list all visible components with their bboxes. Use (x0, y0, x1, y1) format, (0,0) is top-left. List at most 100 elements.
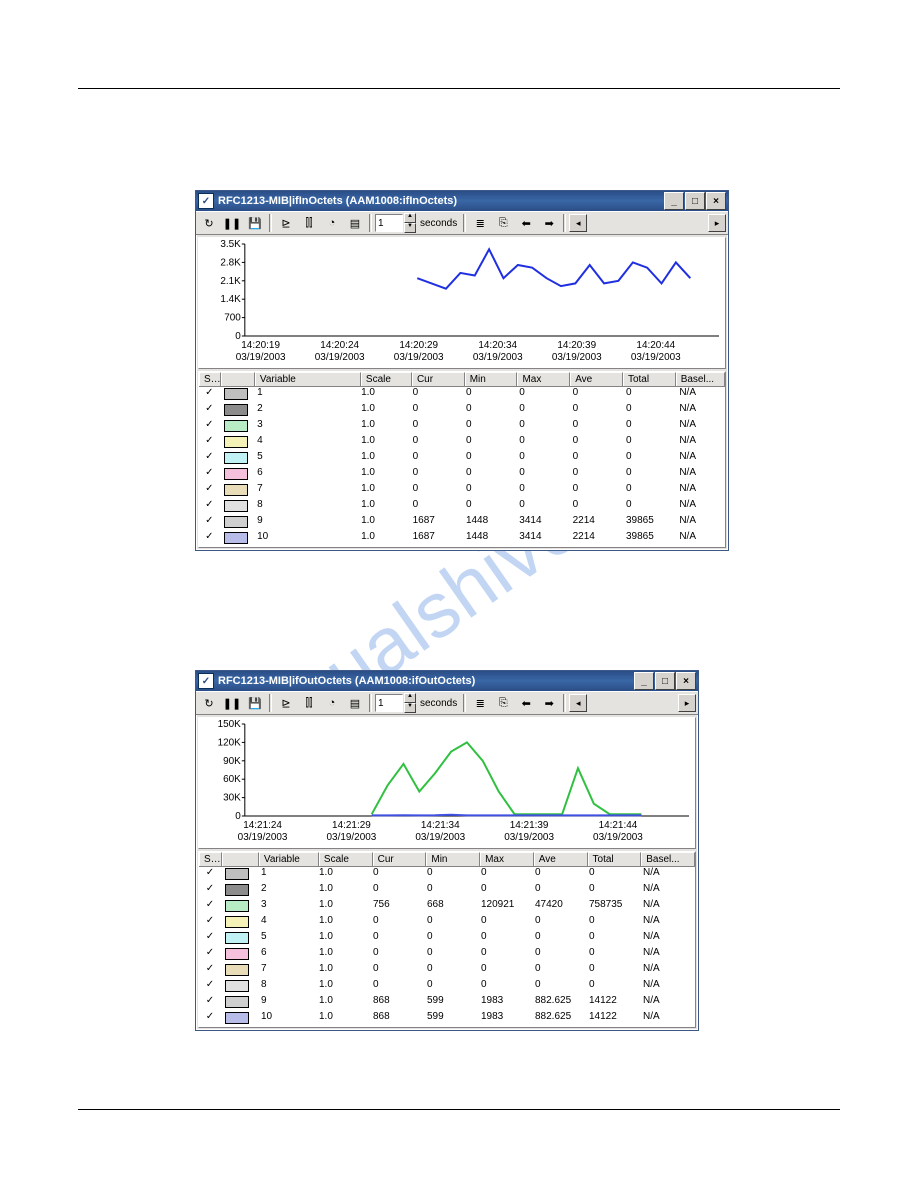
maximize-button[interactable]: □ (655, 672, 675, 690)
col-header[interactable]: Max (517, 372, 570, 386)
table-row[interactable]: ✓91.08685991983882.62514122N/A (199, 995, 695, 1011)
minimize-button[interactable]: _ (664, 192, 684, 210)
table-row[interactable]: ✓91.0168714483414221439865N/A (199, 515, 725, 531)
close-button[interactable]: × (706, 192, 726, 210)
copy-icon[interactable]: ⎘ (492, 693, 514, 713)
row-check-icon[interactable]: ✓ (199, 883, 221, 899)
col-header[interactable]: Basel... (676, 372, 725, 386)
svg-text:14:20:39: 14:20:39 (557, 340, 596, 351)
nav-back-icon[interactable]: ⬅ (515, 213, 537, 233)
col-header[interactable]: Max (480, 852, 534, 866)
interval-spinner[interactable]: ▲▼ (404, 693, 416, 713)
row-check-icon[interactable]: ✓ (199, 483, 220, 499)
bar-chart-icon[interactable]: ⫿⫿ (298, 213, 320, 233)
row-check-icon[interactable]: ✓ (199, 419, 220, 435)
col-header[interactable]: Total (588, 852, 642, 866)
col-header[interactable]: Ave (534, 852, 588, 866)
table-row[interactable]: ✓71.000000N/A (199, 963, 695, 979)
row-check-icon[interactable]: ✓ (199, 1011, 221, 1027)
row-check-icon[interactable]: ✓ (199, 915, 221, 931)
pie-chart-icon[interactable]: ◔ (321, 693, 343, 713)
row-check-icon[interactable]: ✓ (199, 531, 220, 547)
row-check-icon[interactable]: ✓ (199, 387, 220, 403)
svg-text:03/19/2003: 03/19/2003 (504, 832, 554, 843)
table-row[interactable]: ✓61.000000N/A (199, 467, 725, 483)
table-icon[interactable]: ▤ (344, 213, 366, 233)
scroll-right-icon[interactable]: ▸ (678, 694, 696, 712)
col-header[interactable]: Scale (319, 852, 373, 866)
table-row[interactable]: ✓41.000000N/A (199, 915, 695, 931)
nav-back-icon[interactable]: ⬅ (515, 693, 537, 713)
pause-icon[interactable]: ❚❚ (221, 693, 243, 713)
row-check-icon[interactable]: ✓ (199, 931, 221, 947)
table-row[interactable]: ✓101.08685991983882.62514122N/A (199, 1011, 695, 1027)
refresh-icon[interactable]: ↻ (198, 693, 220, 713)
col-header[interactable]: Variable (259, 852, 319, 866)
col-header[interactable]: Variable (255, 372, 361, 386)
bar-chart-icon[interactable]: ⫿⫿ (298, 693, 320, 713)
row-check-icon[interactable]: ✓ (199, 451, 220, 467)
minimize-button[interactable]: _ (634, 672, 654, 690)
col-header[interactable]: St... (199, 852, 222, 866)
list-icon[interactable]: ≣ (469, 693, 491, 713)
col-header[interactable]: Min (426, 852, 480, 866)
table-row[interactable]: ✓21.000000N/A (199, 403, 725, 419)
col-header[interactable]: St... (199, 372, 221, 386)
row-check-icon[interactable]: ✓ (199, 867, 221, 883)
table-row[interactable]: ✓51.000000N/A (199, 451, 725, 467)
col-header[interactable]: Cur (412, 372, 465, 386)
interval-input[interactable]: 1 (375, 694, 403, 712)
table-row[interactable]: ✓101.0168714483414221439865N/A (199, 531, 725, 547)
col-header[interactable]: Basel... (641, 852, 695, 866)
table-row[interactable]: ✓51.000000N/A (199, 931, 695, 947)
save-icon[interactable]: 💾 (244, 693, 266, 713)
row-check-icon[interactable]: ✓ (199, 963, 221, 979)
scroll-left-icon[interactable]: ◂ (569, 214, 587, 232)
table-row[interactable]: ✓11.000000N/A (199, 867, 695, 883)
close-button[interactable]: × (676, 672, 696, 690)
table-row[interactable]: ✓81.000000N/A (199, 979, 695, 995)
col-header[interactable]: Cur (373, 852, 427, 866)
list-icon[interactable]: ≣ (469, 213, 491, 233)
row-check-icon[interactable]: ✓ (199, 435, 220, 451)
row-check-icon[interactable]: ✓ (199, 947, 221, 963)
interval-spinner[interactable]: ▲▼ (404, 213, 416, 233)
row-check-icon[interactable]: ✓ (199, 899, 221, 915)
line-chart-icon[interactable]: ⊵ (275, 693, 297, 713)
table-row[interactable]: ✓61.000000N/A (199, 947, 695, 963)
col-header[interactable] (222, 852, 259, 866)
titlebar[interactable]: ✓ RFC1213-MIB|ifInOctets (AAM1008:ifInOc… (196, 191, 728, 211)
row-check-icon[interactable]: ✓ (199, 403, 220, 419)
nav-fwd-icon[interactable]: ➡ (538, 693, 560, 713)
scroll-left-icon[interactable]: ◂ (569, 694, 587, 712)
table-row[interactable]: ✓71.000000N/A (199, 483, 725, 499)
nav-fwd-icon[interactable]: ➡ (538, 213, 560, 233)
pause-icon[interactable]: ❚❚ (221, 213, 243, 233)
row-check-icon[interactable]: ✓ (199, 515, 220, 531)
col-header[interactable]: Total (623, 372, 676, 386)
col-header[interactable]: Ave (570, 372, 623, 386)
maximize-button[interactable]: □ (685, 192, 705, 210)
table-row[interactable]: ✓31.075666812092147420758735N/A (199, 899, 695, 915)
table-row[interactable]: ✓21.000000N/A (199, 883, 695, 899)
table-row[interactable]: ✓31.000000N/A (199, 419, 725, 435)
col-header[interactable] (221, 372, 255, 386)
row-check-icon[interactable]: ✓ (199, 467, 220, 483)
col-header[interactable]: Scale (361, 372, 412, 386)
pie-chart-icon[interactable]: ◔ (321, 213, 343, 233)
scroll-right-icon[interactable]: ▸ (708, 214, 726, 232)
row-check-icon[interactable]: ✓ (199, 979, 221, 995)
row-check-icon[interactable]: ✓ (199, 499, 220, 515)
table-row[interactable]: ✓11.000000N/A (199, 387, 725, 403)
save-icon[interactable]: 💾 (244, 213, 266, 233)
col-header[interactable]: Min (465, 372, 518, 386)
titlebar[interactable]: ✓ RFC1213-MIB|ifOutOctets (AAM1008:ifOut… (196, 671, 698, 691)
copy-icon[interactable]: ⎘ (492, 213, 514, 233)
line-chart-icon[interactable]: ⊵ (275, 213, 297, 233)
table-row[interactable]: ✓41.000000N/A (199, 435, 725, 451)
refresh-icon[interactable]: ↻ (198, 213, 220, 233)
table-icon[interactable]: ▤ (344, 693, 366, 713)
table-row[interactable]: ✓81.000000N/A (199, 499, 725, 515)
row-check-icon[interactable]: ✓ (199, 995, 221, 1011)
interval-input[interactable]: 1 (375, 214, 403, 232)
